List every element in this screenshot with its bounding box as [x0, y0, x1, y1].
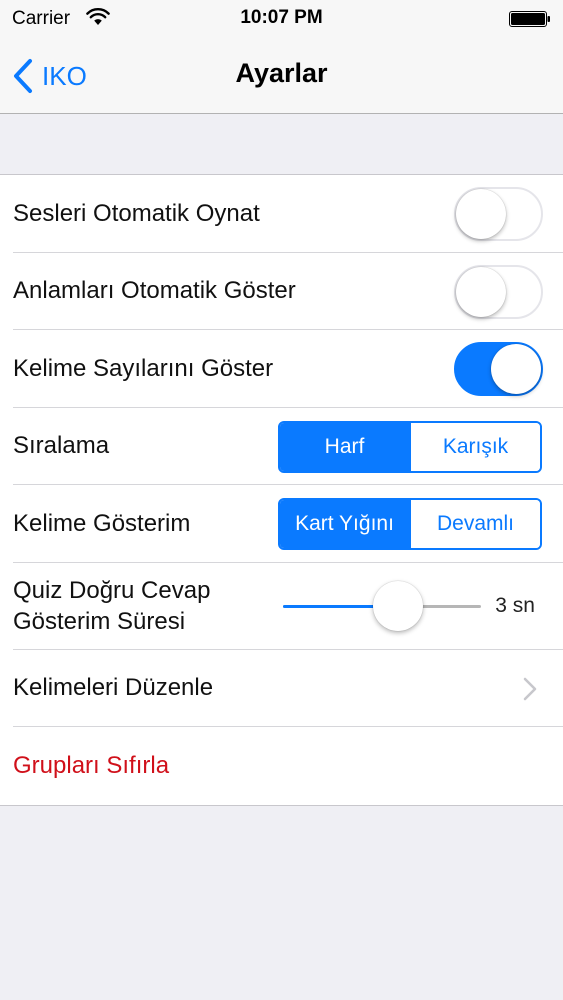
- setting-row-quiz-answer-duration: Quiz Doğru Cevap Gösterim Süresi 3 sn: [0, 563, 563, 650]
- status-bar: Carrier 10:07 PM: [0, 0, 563, 38]
- quiz-label-line-1: Quiz Doğru Cevap: [13, 577, 211, 604]
- settings-list: Sesleri Otomatik Oynat Anlamları Otomati…: [0, 174, 563, 806]
- setting-row-word-display: Kelime Gösterim Kart Yığını Devamlı: [0, 485, 563, 563]
- setting-row-autoplay-sounds: Sesleri Otomatik Oynat: [0, 175, 563, 253]
- word-display-segment-devamli[interactable]: Devamlı: [409, 500, 540, 548]
- word-display-segment-kart-yigini[interactable]: Kart Yığını: [280, 500, 409, 548]
- setting-row-reset-groups[interactable]: Grupları Sıfırla: [0, 727, 563, 805]
- page-title: Ayarlar: [235, 58, 328, 88]
- quiz-answer-duration-label: Quiz Doğru Cevap Gösterim Süresi: [13, 563, 273, 650]
- slider-thumb[interactable]: [372, 580, 423, 631]
- show-word-counts-label: Kelime Sayılarını Göster: [13, 354, 274, 382]
- setting-row-show-word-counts: Kelime Sayılarını Göster: [0, 330, 563, 408]
- toggle-knob: [491, 344, 541, 394]
- chevron-right-icon: [523, 677, 537, 700]
- autoplay-sounds-label: Sesleri Otomatik Oynat: [13, 199, 260, 227]
- setting-row-auto-show-meanings: Anlamları Otomatik Göster: [0, 253, 563, 331]
- autoplay-sounds-toggle[interactable]: [454, 187, 543, 241]
- toggle-knob: [456, 189, 506, 239]
- word-display-segmented-control: Kart Yığını Devamlı: [278, 498, 542, 550]
- word-display-label: Kelime Gösterim: [13, 509, 191, 537]
- ordering-segment-harf[interactable]: Harf: [280, 422, 409, 471]
- quiz-answer-duration-slider[interactable]: [283, 563, 481, 650]
- ordering-segment-karisik[interactable]: Karışık: [409, 422, 540, 471]
- battery-icon: [509, 11, 550, 27]
- ordering-label: Sıralama: [13, 432, 110, 460]
- reset-groups-button[interactable]: Grupları Sıfırla: [13, 727, 169, 805]
- edit-words-label: Kelimeleri Düzenle: [13, 674, 214, 702]
- ordering-segmented-control: Harf Karışık: [278, 420, 542, 473]
- navigation-bar: IKO Ayarlar: [0, 38, 563, 114]
- auto-show-meanings-label: Anlamları Otomatik Göster: [13, 277, 296, 305]
- quiz-answer-duration-value: 3 sn: [495, 594, 535, 617]
- auto-show-meanings-toggle[interactable]: [454, 264, 543, 319]
- show-word-counts-toggle[interactable]: [454, 342, 543, 396]
- setting-row-edit-words[interactable]: Kelimeleri Düzenle: [0, 650, 563, 728]
- status-time: 10:07 PM: [240, 7, 323, 28]
- quiz-label-line-2: Gösterim Süresi: [13, 608, 186, 635]
- toggle-knob: [456, 266, 506, 317]
- setting-row-ordering: Sıralama Harf Karışık: [0, 408, 563, 486]
